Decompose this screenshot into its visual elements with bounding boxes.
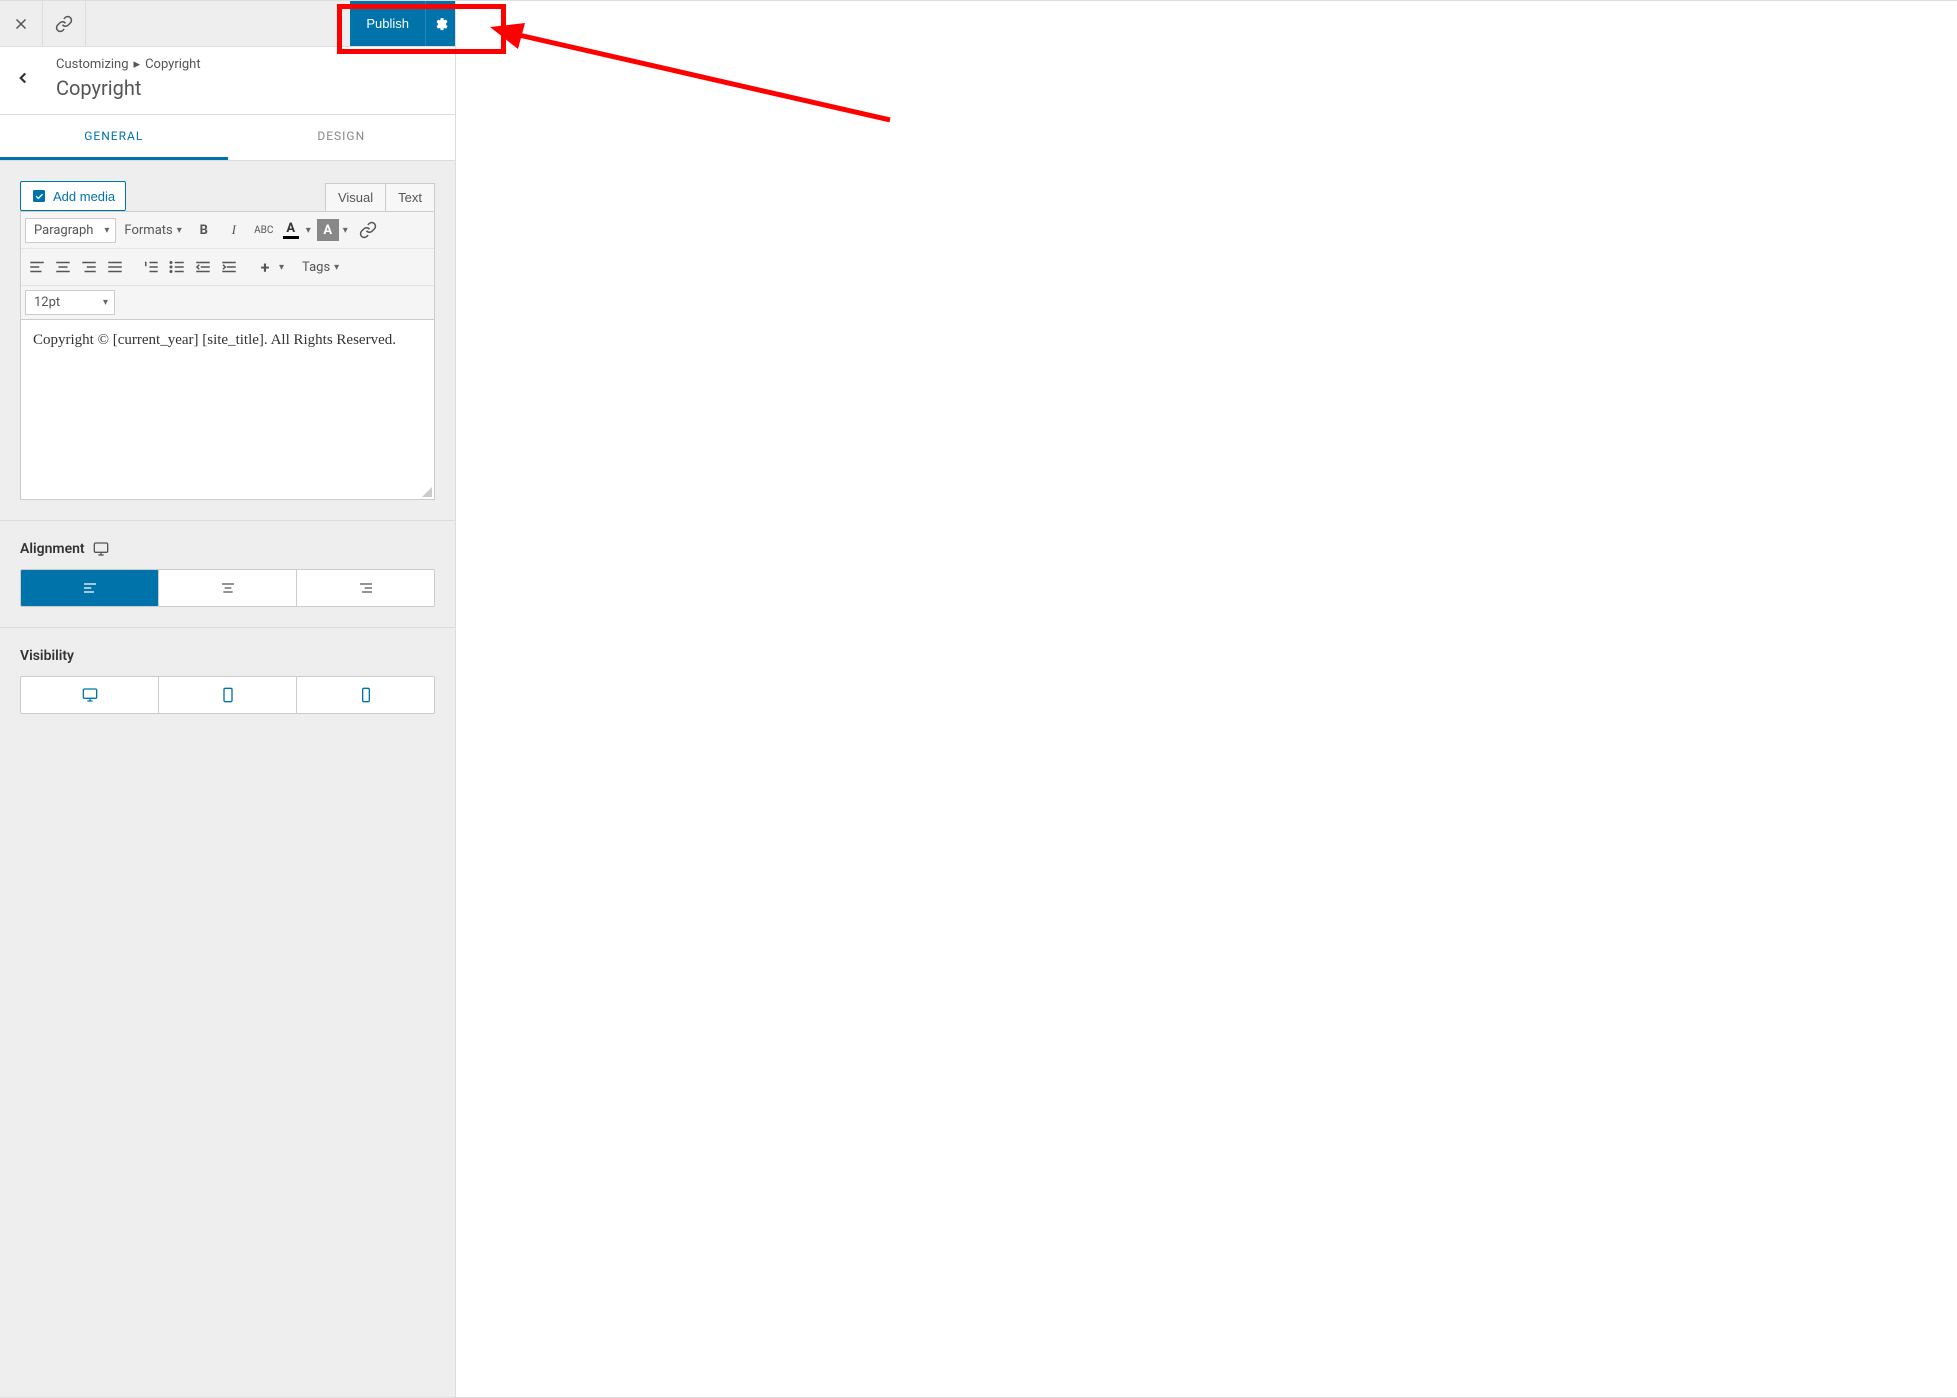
bold-button[interactable]: B <box>190 216 218 244</box>
link-button[interactable] <box>354 216 382 244</box>
editor-content[interactable]: Copyright © [current_year] [site_title].… <box>20 320 435 500</box>
breadcrumb: Customizing ▸ Copyright <box>56 57 435 72</box>
italic-button[interactable]: I <box>220 216 248 244</box>
align-left-button[interactable] <box>25 253 49 281</box>
customizer-sidebar: Publish Customizing ▸ Copyright Copyrigh… <box>0 1 456 1397</box>
link-button[interactable] <box>43 1 86 46</box>
visibility-tablet-option[interactable] <box>159 677 297 713</box>
page-title: Copyright <box>56 76 435 100</box>
add-media-button[interactable]: Add media <box>20 181 126 211</box>
unordered-list-button[interactable] <box>165 253 189 281</box>
bg-color-picker[interactable]: A ▾ <box>317 219 352 241</box>
publish-settings-button[interactable] <box>425 1 455 46</box>
visibility-buttons <box>20 676 435 714</box>
tab-design[interactable]: DESIGN <box>228 115 456 160</box>
ordered-list-button[interactable] <box>139 253 163 281</box>
mode-visual-button[interactable]: Visual <box>325 183 386 211</box>
chevron-right-icon: ▸ <box>134 57 141 72</box>
media-icon <box>31 188 47 204</box>
tab-general[interactable]: GENERAL <box>0 115 228 160</box>
tabs: GENERAL DESIGN <box>0 115 455 161</box>
align-center-button[interactable] <box>51 253 75 281</box>
back-button[interactable] <box>14 69 32 91</box>
visibility-label: Visibility <box>20 648 74 664</box>
editor-section: Add media Visual Text Paragraph Formats … <box>0 161 455 521</box>
top-bar: Publish <box>0 1 455 47</box>
formats-select[interactable]: Formats <box>118 219 187 242</box>
breadcrumb-area: Customizing ▸ Copyright Copyright <box>0 47 455 115</box>
text-color-picker[interactable]: A ▾ <box>280 219 315 241</box>
alignment-label: Alignment <box>20 541 85 557</box>
visibility-desktop-option[interactable] <box>21 677 159 713</box>
mode-text-button[interactable]: Text <box>386 183 435 211</box>
align-right-option[interactable] <box>297 570 434 606</box>
tags-select[interactable]: Tags <box>296 256 345 279</box>
paragraph-select[interactable]: Paragraph <box>25 218 116 243</box>
insert-button[interactable]: + <box>253 253 277 281</box>
align-left-option[interactable] <box>21 570 159 606</box>
resize-handle-icon[interactable] <box>422 487 432 497</box>
add-media-label: Add media <box>53 189 115 204</box>
outdent-button[interactable] <box>191 253 215 281</box>
visibility-mobile-option[interactable] <box>297 677 434 713</box>
fontsize-select[interactable]: 12pt <box>25 290 115 315</box>
publish-button[interactable]: Publish <box>350 1 425 46</box>
align-right-button[interactable] <box>77 253 101 281</box>
alignment-section: Alignment <box>0 521 455 628</box>
close-button[interactable] <box>0 1 43 46</box>
align-center-option[interactable] <box>159 570 297 606</box>
alignment-buttons <box>20 569 435 607</box>
visibility-section: Visibility <box>0 628 455 734</box>
editor-text: Copyright © [current_year] [site_title].… <box>33 332 396 348</box>
insert-dropdown[interactable]: ▾ <box>279 262 284 273</box>
align-justify-button[interactable] <box>103 253 127 281</box>
desktop-icon <box>93 541 109 557</box>
strikethrough-button[interactable]: ABC <box>250 216 278 244</box>
preview-pane <box>456 1 1957 1397</box>
breadcrumb-leaf: Copyright <box>145 57 201 72</box>
indent-button[interactable] <box>217 253 241 281</box>
breadcrumb-root: Customizing <box>56 57 129 72</box>
editor-toolbar: Paragraph Formats B I ABC A ▾ A ▾ <box>20 211 435 320</box>
